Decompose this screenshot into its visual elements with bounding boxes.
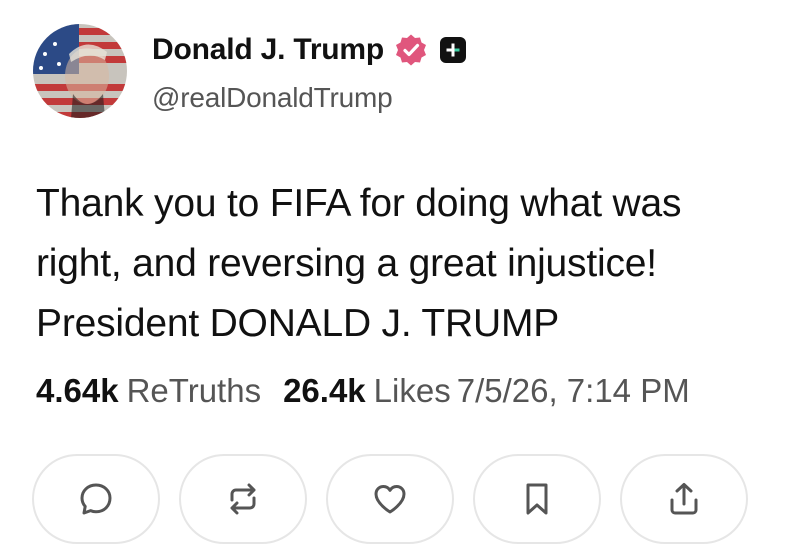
share-button[interactable] [620, 454, 748, 544]
truth-post: Donald J. Trump @realDonaldTrump Thank y… [0, 0, 800, 560]
likes-label[interactable]: Likes [374, 372, 451, 410]
bookmark-button[interactable] [473, 454, 601, 544]
post-stats: 4.64k ReTruths 26.4k Likes 7/5/26, 7:14 … [36, 372, 690, 410]
avatar[interactable] [33, 24, 127, 118]
post-text-line: Thank you to FIFA for doing what was [36, 182, 682, 225]
retruth-button[interactable] [179, 454, 307, 544]
author-row: Donald J. Trump [152, 28, 467, 72]
post-text-line: President DONALD J. TRUMP [36, 302, 560, 345]
post-body: Thank you to FIFA for doing what was rig… [36, 174, 776, 354]
bookmark-icon [526, 483, 548, 515]
reply-button[interactable] [32, 454, 160, 544]
like-heart-icon [374, 485, 406, 514]
plus-badge-icon [440, 37, 467, 63]
post-text-line: right, and reversing a great injustice! [36, 242, 657, 285]
share-icon [670, 483, 698, 515]
post-timestamp: 7/5/26, 7:14 PM [456, 372, 690, 409]
display-name[interactable]: Donald J. Trump [152, 33, 384, 67]
retruths-label[interactable]: ReTruths [127, 372, 261, 410]
action-bar [32, 454, 748, 544]
likes-count[interactable]: 26.4k [283, 372, 366, 410]
retruth-icon [230, 483, 256, 515]
verified-badge-icon [394, 33, 428, 67]
reply-icon [80, 483, 112, 515]
flag-portrait-avatar-icon [33, 24, 127, 118]
author-handle[interactable]: @realDonaldTrump [152, 82, 393, 114]
retruths-count[interactable]: 4.64k [36, 372, 119, 410]
like-button[interactable] [326, 454, 454, 544]
